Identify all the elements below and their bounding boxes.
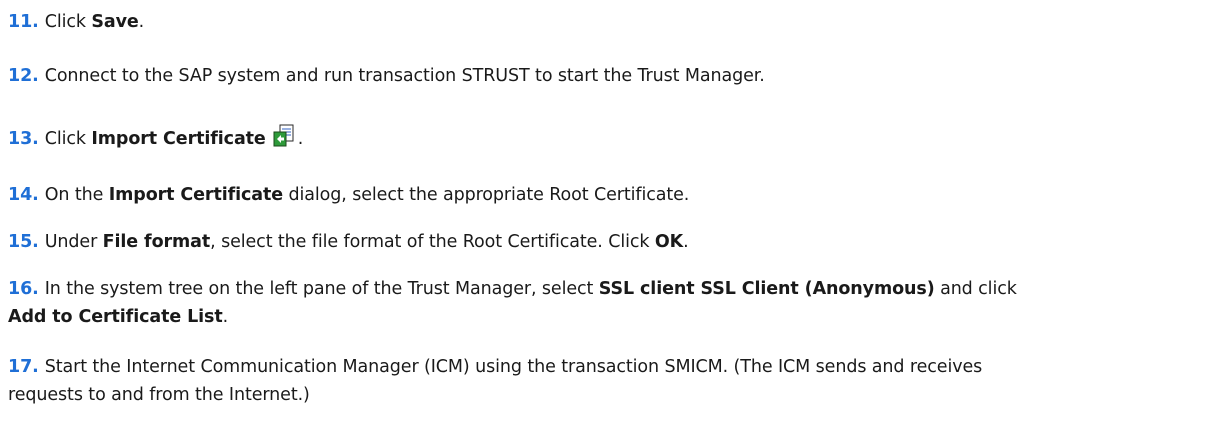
ui-term-ok: OK [654,232,684,252]
step-number: 15. [8,232,39,252]
step-14: 14. On the Import Certificate dialog, sel… [8,181,1198,209]
step-line: 16. In the system tree on the left pane o… [8,275,1198,303]
step-16: 16. In the system tree on the left pane o… [8,275,1198,331]
step-text: Start the Internet Communication Manager… [44,357,983,377]
step-11: 11. Click Save. [8,8,1198,36]
step-text: On the [44,185,109,205]
step-text: In the system tree on the left pane of t… [44,279,599,299]
step-text: dialog, select the appropriate Root Cert… [283,185,690,205]
step-number: 17. [8,357,39,377]
step-text: . [222,307,229,327]
ui-term-file-format: File format [102,232,211,252]
import-certificate-icon [272,124,296,157]
step-number: 11. [8,12,39,32]
step-text: . [138,12,145,32]
step-17: 17. Start the Internet Communication Mana… [8,353,1198,409]
step-text: , select the file format of the Root Cer… [210,232,655,252]
step-12: 12. Connect to the SAP system and run tra… [8,62,1198,90]
step-15: 15. Under File format, select the file fo… [8,228,1198,256]
step-text: Connect to the SAP system and run transa… [44,66,765,86]
step-text: Click [44,129,92,149]
step-number: 14. [8,185,39,205]
ui-term-import-certificate: Import Certificate [91,129,266,149]
step-13: 13. Click Import Certificate . [8,124,1198,157]
step-text: and click [934,279,1017,299]
step-line: 17. Start the Internet Communication Mana… [8,353,1198,381]
ui-term-ssl-client: SSL client SSL Client (Anonymous) [598,279,935,299]
step-text: Click [44,12,92,32]
instruction-steps: 11. Click Save. 12. Connect to the SAP sys… [0,0,1210,446]
step-text: . [297,129,304,149]
ui-term-import-certificate: Import Certificate [108,185,284,205]
step-line: requests to and from the Internet.) [8,385,310,405]
step-number: 16. [8,279,39,299]
step-text: . [683,232,689,252]
step-text: Under [44,232,103,252]
ui-term-save: Save [91,12,139,32]
step-number: 13. [8,129,39,149]
step-number: 12. [8,66,39,86]
step-line: Add to Certificate List. [8,303,1198,331]
ui-term-add-to-certificate-list: Add to Certificate List [8,307,223,327]
